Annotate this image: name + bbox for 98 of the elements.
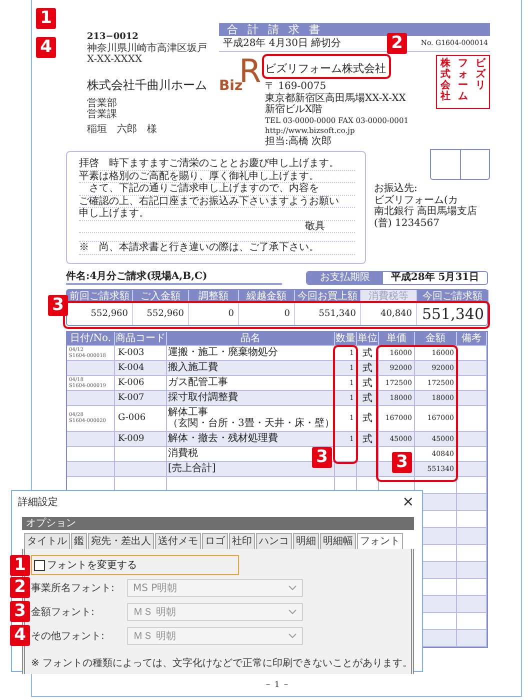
callout-number: 3	[312, 446, 332, 468]
dialog-title: 詳細設定	[18, 496, 58, 509]
table-cell: K-004	[115, 360, 167, 374]
page-number: － 1 －	[262, 679, 292, 691]
item-name: 運搬・施工・廃棄物処分	[168, 346, 278, 358]
department: 営業課	[87, 109, 118, 120]
staff-name: 担当:高橋 次郎	[265, 136, 333, 147]
callout-number: 4	[10, 625, 30, 646]
field-label: その他フォント:	[31, 630, 106, 643]
column-header: 単位	[357, 332, 379, 344]
tab[interactable]: ロゴ	[202, 533, 228, 549]
item-name: 採寸取付調整費	[168, 392, 238, 404]
callout-number: 2	[10, 577, 30, 598]
item-name: 搬入施工費	[168, 362, 218, 374]
sender-address: 〒 169-0075	[265, 81, 328, 92]
letter-text: ご確認の上、右記口座までお振込み下さいますようお願い	[79, 196, 355, 208]
column-header: 繰越金額	[239, 290, 295, 302]
table-cell: K-009	[115, 432, 167, 446]
tab[interactable]: 社印	[229, 533, 255, 549]
table-cell: K-007	[115, 390, 167, 404]
callout-number: 3	[392, 452, 412, 472]
bank-info: ビズリフォーム(カ	[374, 194, 459, 206]
item-name: 解体・撤去・残材処理費	[168, 432, 278, 444]
item-name: 解体工事	[168, 406, 208, 418]
letter-text: 拝啓 時下ますますご清栄のこととお慶び申し上げます。	[79, 158, 355, 170]
item-name: 消費税	[168, 448, 198, 460]
section-header: オプション	[22, 517, 414, 530]
table-cell: G-006	[115, 406, 167, 430]
bank-info: 南北銀行 高田馬場支店 (普) 1234567	[374, 206, 478, 229]
field-label: 事業所名フォント:	[31, 582, 116, 595]
font-change-checkbox[interactable]: フォントを変更する	[31, 555, 239, 575]
dialog-note: ※ フォントの種類によっては、文字化けなどで正常に印刷できないことがあります。	[31, 656, 411, 670]
tab[interactable]: 宛先・差出人	[88, 533, 154, 549]
close-button[interactable]: ×	[398, 494, 418, 510]
column-header: 今回お買上額	[295, 290, 361, 302]
sender-address: 東京都新宿区高田馬場XX-X-XX	[265, 92, 407, 104]
tab[interactable]: 明細幅	[320, 533, 356, 549]
department: 営業部	[87, 98, 118, 109]
tab[interactable]: 明細	[293, 533, 319, 549]
letter-note: ※ 尚、本請求書と行き違いの際は、ご了承下さい。	[79, 242, 355, 254]
item-name: ガス配管工事	[168, 376, 228, 388]
callout-number: 1	[36, 8, 56, 29]
letter-text: 申し上げます。	[79, 208, 355, 220]
letter-text: 平素は格別のご高配を賜り、厚く御礼申し上げます。	[79, 170, 355, 183]
table-cell: 式	[357, 390, 379, 404]
table-cell: 式	[357, 432, 379, 446]
table-cell: 0	[189, 302, 239, 324]
tab[interactable]: 送付メモ	[155, 533, 201, 549]
tab[interactable]: フォント	[357, 533, 403, 549]
column-header: 前回ご請求額	[67, 290, 133, 302]
table-cell: 式	[357, 406, 379, 430]
bank-label: お振込先:	[374, 183, 418, 194]
invoice-subject: 件名:4月分ご請求(現場A,B,C)	[66, 270, 282, 284]
letter-text: さて、下記の通りご請求申し上げますので、内容を	[79, 183, 355, 196]
due-label: お支払期限	[307, 272, 383, 284]
table-cell: 551,340	[417, 302, 489, 324]
callout-number: 3	[48, 294, 68, 316]
tab[interactable]: ハンコ	[256, 533, 292, 549]
column-header: 品名	[167, 332, 335, 344]
table-cell: 552,960	[133, 302, 189, 324]
column-header: 今回ご請求額	[417, 290, 489, 302]
column-header: 消費税等	[361, 290, 417, 302]
table-cell: 式	[357, 360, 379, 374]
letter-closing: 敬具	[79, 220, 355, 233]
column-header: 日付/No.	[67, 332, 115, 344]
sender-address: 新宿ビルX階	[265, 104, 324, 116]
column-header: 商品コード	[115, 332, 167, 344]
postal-code: 213−0012	[87, 31, 140, 42]
callout-number: 1	[10, 555, 30, 576]
callout-number: 2	[387, 33, 407, 54]
column-header: 備考	[457, 332, 487, 344]
recipient-name: 稲垣 六郎 様	[87, 124, 158, 135]
callout-number: 3	[10, 601, 30, 622]
sender-company: ビズリフォーム株式会社	[265, 62, 386, 75]
table-cell: 551,340	[295, 302, 361, 324]
item-name: [売上合計]	[168, 462, 216, 474]
field-label: 金額フォント:	[31, 606, 96, 619]
table-cell: 式	[357, 376, 379, 390]
table-cell: K-003	[115, 346, 167, 360]
table-cell: K-006	[115, 376, 167, 390]
invoice-title: 合 計 請 求 書	[219, 23, 490, 36]
closing-date: 平成28年 4月30日 締切分	[223, 37, 342, 50]
column-header: 数量	[335, 332, 357, 344]
callout-number: 4	[36, 37, 56, 58]
column-header: 金額	[415, 332, 457, 344]
item-detail: （玄関・台所・3畳・天井・床・壁）	[168, 418, 334, 430]
table-cell: 40,840	[361, 302, 417, 324]
recipient-address: X-XX-XXXX	[87, 54, 144, 65]
recipient-address: 神奈川県川崎市高津区坂戸	[87, 43, 207, 54]
table-cell: 式	[357, 346, 379, 360]
column-header: 調整額	[189, 290, 239, 302]
recipient-company: 株式会社千曲川ホーム	[87, 77, 207, 94]
tab[interactable]: タイトル	[24, 533, 70, 549]
tab[interactable]: 鑑	[71, 533, 87, 549]
column-header: 単価	[379, 332, 415, 344]
company-seal: 株式会社 フォーム ビズリ	[436, 55, 490, 109]
table-cell: 0	[239, 302, 295, 324]
column-header: ご入金額	[133, 290, 189, 302]
